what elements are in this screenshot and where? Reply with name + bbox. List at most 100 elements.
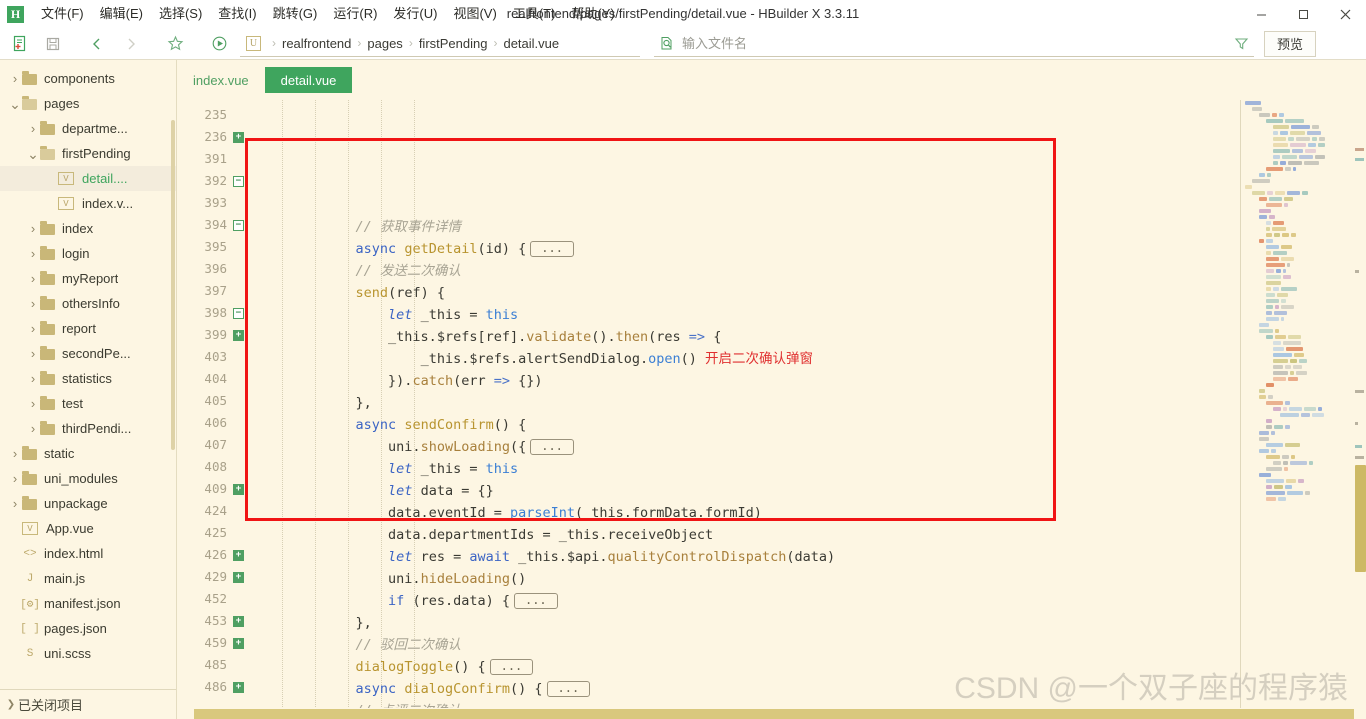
menu-run[interactable]: 运行(R) (325, 0, 385, 28)
tree-item-manifestjson[interactable]: [⚙] manifest.json (0, 591, 176, 616)
chevron-right-icon[interactable]: › (26, 121, 40, 136)
tree-item-pages[interactable]: ⌄ pages (0, 91, 176, 116)
forward-icon[interactable] (116, 29, 146, 59)
menu-file[interactable]: 文件(F) (33, 0, 92, 28)
code-line[interactable]: // 驳回二次确认 (252, 634, 1366, 656)
menu-publish[interactable]: 发行(U) (385, 0, 445, 28)
code-line[interactable]: let data = {} (252, 480, 1366, 502)
run-icon[interactable] (204, 29, 234, 59)
tree-item-uniscss[interactable]: Suni.scss (0, 641, 176, 666)
tab-index-vue[interactable]: index.vue (177, 67, 265, 93)
code-line[interactable]: let _this = this (252, 304, 1366, 326)
fold-collapse-icon[interactable]: − (233, 308, 244, 319)
close-button[interactable] (1324, 0, 1366, 28)
chevron-right-icon[interactable]: › (8, 446, 22, 461)
tree-item-test[interactable]: › test (0, 391, 176, 416)
code-line[interactable]: async dialogConfirm() {... (252, 678, 1366, 700)
code-line[interactable]: }).catch(err => {}) (252, 370, 1366, 392)
fold-collapse-icon[interactable]: − (233, 220, 244, 231)
tree-item-thirdpendi[interactable]: › thirdPendi... (0, 416, 176, 441)
fold-expand-icon[interactable]: + (233, 616, 244, 627)
breadcrumb-item-file[interactable]: detail.vue (503, 36, 559, 51)
code-line[interactable]: }, (252, 612, 1366, 634)
tree-item-unimodules[interactable]: › uni_modules (0, 466, 176, 491)
file-tree[interactable]: › components ⌄ pages › departme... ⌄ firstPendi… (0, 60, 176, 689)
breadcrumb-item-firstpending[interactable]: firstPending (419, 36, 488, 51)
sidebar-scrollbar[interactable] (171, 120, 175, 450)
tree-item-components[interactable]: › components (0, 66, 176, 91)
tree-item-report[interactable]: › report (0, 316, 176, 341)
code-line[interactable]: let res = await _this.$api.qualityContro… (252, 546, 1366, 568)
maximize-button[interactable] (1282, 0, 1324, 28)
chevron-right-icon[interactable]: › (26, 346, 40, 361)
chevron-right-icon[interactable]: › (26, 271, 40, 286)
tree-item-pagesjson[interactable]: [ ] pages.json (0, 616, 176, 641)
breadcrumb-item-project[interactable]: realfrontend (282, 36, 351, 51)
horizontal-scrollbar[interactable] (177, 708, 1366, 719)
tab-detail-vue[interactable]: detail.vue (264, 67, 353, 93)
code-line[interactable]: }, (252, 392, 1366, 414)
chevron-right-icon[interactable]: › (8, 71, 22, 86)
menu-goto[interactable]: 跳转(G) (265, 0, 326, 28)
fold-expand-icon[interactable]: + (233, 330, 244, 341)
code-line[interactable]: uni.hideLoading() (252, 568, 1366, 590)
tree-item-indexv[interactable]: Vindex.v... (0, 191, 176, 216)
breadcrumb-item-pages[interactable]: pages (367, 36, 402, 51)
fold-collapse-icon[interactable]: − (233, 176, 244, 187)
code-line[interactable]: uni.showLoading({... (252, 436, 1366, 458)
code-line[interactable]: send(ref) { (252, 282, 1366, 304)
tree-item-indexhtml[interactable]: <> index.html (0, 541, 176, 566)
chevron-right-icon[interactable]: › (26, 396, 40, 411)
fold-expand-icon[interactable]: + (233, 638, 244, 649)
horizontal-scrollbar-thumb[interactable] (194, 709, 1354, 719)
code-line[interactable]: data.departmentIds = _this.receiveObject (252, 524, 1366, 546)
code-line[interactable]: _this.$refs[ref].validate().then(res => … (252, 326, 1366, 348)
tree-item-firstpending[interactable]: ⌄ firstPending (0, 141, 176, 166)
tree-item-mainjs[interactable]: Jmain.js (0, 566, 176, 591)
chevron-right-icon[interactable]: › (8, 496, 22, 511)
chevron-right-icon[interactable]: › (8, 471, 22, 486)
fold-expand-icon[interactable]: + (233, 572, 244, 583)
code-line[interactable]: // 获取事件详情 (252, 216, 1366, 238)
tree-item-detail[interactable]: Vdetail.... (0, 166, 176, 191)
code-line[interactable]: let _this = this (252, 458, 1366, 480)
menu-find[interactable]: 查找(I) (210, 0, 264, 28)
chevron-right-icon[interactable]: › (26, 371, 40, 386)
vertical-scrollbar-thumb[interactable] (1355, 465, 1366, 572)
filter-icon[interactable] (1228, 36, 1254, 51)
fold-marker-column[interactable]: + − − − + + + + + + + (232, 100, 252, 719)
tree-item-departme[interactable]: › departme... (0, 116, 176, 141)
menu-tools[interactable]: 工具(T) (505, 0, 564, 28)
code-line[interactable]: if (res.data) {... (252, 590, 1366, 612)
fold-expand-icon[interactable]: + (233, 550, 244, 561)
preview-button[interactable]: 预览 (1264, 30, 1317, 57)
tree-item-appvue[interactable]: V App.vue (0, 516, 176, 541)
back-icon[interactable] (82, 29, 112, 59)
minimize-button[interactable] (1240, 0, 1282, 28)
tree-item-othersinfo[interactable]: › othersInfo (0, 291, 176, 316)
chevron-down-icon[interactable]: ⌄ (26, 147, 40, 161)
collapsed-code-placeholder[interactable]: ... (530, 241, 574, 257)
tree-item-secondpe[interactable]: › secondPe... (0, 341, 176, 366)
collapsed-code-placeholder[interactable]: ... (546, 681, 591, 697)
code-line[interactable]: _this.$refs.alertSendDialog.open() 开启二次确… (252, 348, 1366, 370)
menu-select[interactable]: 选择(S) (151, 0, 210, 28)
tree-item-myreport[interactable]: › myReport (0, 266, 176, 291)
chevron-right-icon[interactable]: › (26, 421, 40, 436)
save-icon[interactable] (38, 29, 68, 59)
collapsed-code-placeholder[interactable]: ... (489, 659, 534, 675)
code-minimap[interactable] (1240, 100, 1354, 719)
tree-item-statistics[interactable]: › statistics (0, 366, 176, 391)
tree-item-index[interactable]: › index (0, 216, 176, 241)
chevron-right-icon[interactable]: › (26, 321, 40, 336)
tree-item-unpackage[interactable]: › unpackage (0, 491, 176, 516)
code-content[interactable]: // 获取事件详情 async getDetail(id) {... // 发送… (252, 100, 1366, 719)
search-input[interactable] (676, 34, 1228, 52)
chevron-right-icon[interactable]: › (26, 221, 40, 236)
menu-view[interactable]: 视图(V) (445, 0, 504, 28)
fold-expand-icon[interactable]: + (233, 132, 244, 143)
vertical-scrollbar[interactable] (1354, 100, 1366, 719)
code-line[interactable]: // 发送二次确认 (252, 260, 1366, 282)
favorite-star-icon[interactable] (160, 29, 190, 59)
collapsed-code-placeholder[interactable]: ... (530, 439, 574, 455)
